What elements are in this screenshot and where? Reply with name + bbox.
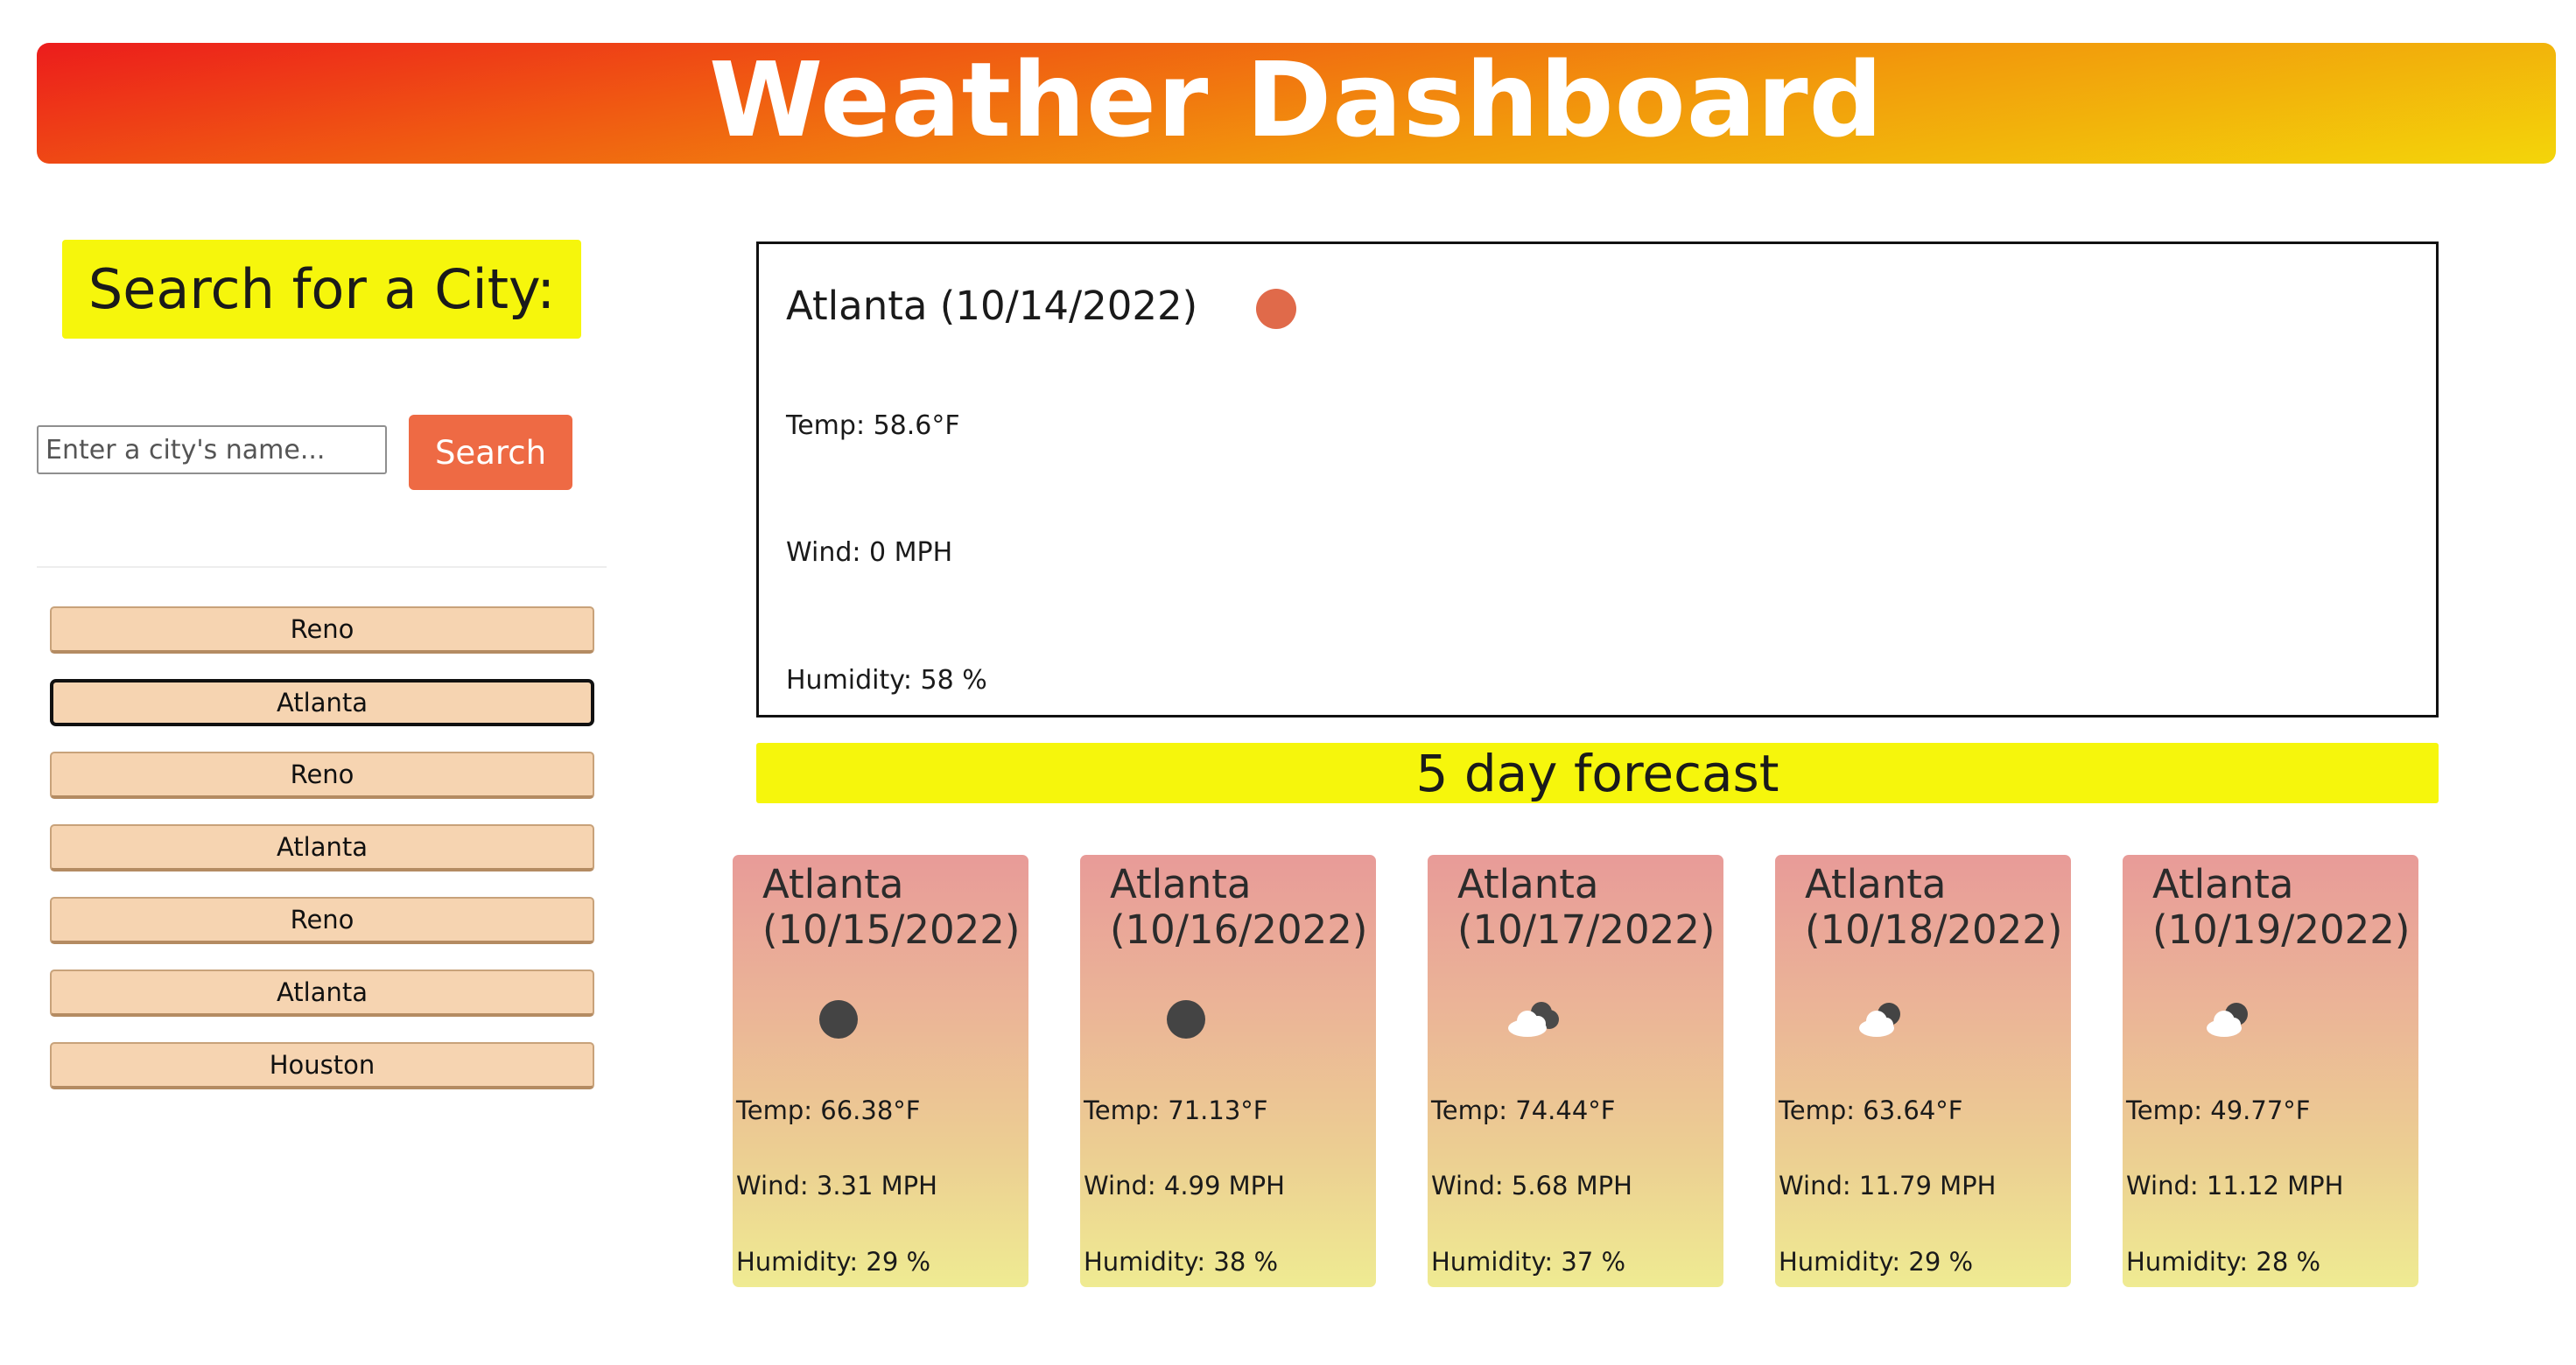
forecast-card: Atlanta (10/16/2022) Temp: 71.13°F Wind:…	[1080, 855, 1376, 1287]
sidebar-divider	[37, 566, 607, 568]
search-history-list: Reno Atlanta Reno Atlanta Reno Atlanta H…	[50, 606, 594, 1115]
forecast-city: Atlanta	[1457, 861, 1599, 907]
forecast-wind: Wind: 11.12 MPH	[2126, 1171, 2344, 1200]
page-title: Weather Dashboard	[709, 39, 1884, 160]
current-weather-card: Atlanta (10/14/2022) Temp: 58.6°F Wind: …	[756, 242, 2439, 718]
history-city-button[interactable]: Atlanta	[50, 970, 594, 1017]
forecast-temp: Temp: 49.77°F	[2126, 1096, 2311, 1125]
forecast-city: Atlanta	[1805, 861, 1947, 907]
forecast-card: Atlanta (10/15/2022) Temp: 66.38°F Wind:…	[733, 855, 1028, 1287]
forecast-heading: 5 day forecast	[756, 743, 2439, 803]
partly-cloudy-night-icon	[2207, 1003, 2248, 1037]
forecast-humidity: Humidity: 28 %	[2126, 1247, 2321, 1277]
sun-icon	[1256, 289, 1296, 329]
forecast-wind: Wind: 3.31 MPH	[736, 1171, 937, 1200]
history-city-button[interactable]: Atlanta	[50, 824, 594, 872]
current-city-date: Atlanta (10/14/2022)	[786, 283, 1198, 329]
forecast-date: (10/15/2022)	[762, 906, 1021, 953]
forecast-temp: Temp: 66.38°F	[736, 1096, 921, 1125]
history-city-button[interactable]: Houston	[50, 1042, 594, 1089]
forecast-humidity: Humidity: 29 %	[736, 1247, 931, 1277]
history-city-button[interactable]: Reno	[50, 897, 594, 944]
history-city-button-active[interactable]: Atlanta	[50, 679, 594, 726]
forecast-humidity: Humidity: 37 %	[1431, 1247, 1626, 1277]
search-heading: Search for a City:	[62, 240, 581, 339]
forecast-date: (10/17/2022)	[1457, 906, 1716, 953]
forecast-wind: Wind: 5.68 MPH	[1431, 1171, 1632, 1200]
city-search-input[interactable]	[37, 425, 387, 474]
forecast-city: Atlanta	[1110, 861, 1252, 907]
current-wind: Wind: 0 MPH	[786, 537, 953, 568]
forecast-card: Atlanta (10/19/2022) Temp: 49.77°F Wind:…	[2123, 855, 2418, 1287]
forecast-humidity: Humidity: 29 %	[1779, 1247, 1974, 1277]
forecast-temp: Temp: 63.64°F	[1779, 1096, 1963, 1125]
broken-clouds-icon	[1508, 1002, 1559, 1037]
forecast-card: Atlanta (10/18/2022) Temp: 63.64°F Wind:…	[1775, 855, 2071, 1287]
forecast-temp: Temp: 71.13°F	[1084, 1096, 1268, 1125]
forecast-wind: Wind: 11.79 MPH	[1779, 1171, 1997, 1200]
history-city-button[interactable]: Reno	[50, 606, 594, 654]
partly-cloudy-night-icon	[1859, 1003, 1900, 1037]
current-humidity: Humidity: 58 %	[786, 665, 987, 696]
search-button[interactable]: Search	[409, 415, 572, 490]
forecast-date: (10/16/2022)	[1110, 906, 1368, 953]
history-city-button[interactable]: Reno	[50, 752, 594, 799]
weather-dashboard-page: Weather Dashboard Search for a City: Sea…	[0, 0, 2576, 1365]
header-banner: Weather Dashboard	[37, 43, 2556, 164]
clear-night-icon	[1167, 1000, 1205, 1039]
forecast-humidity: Humidity: 38 %	[1084, 1247, 1279, 1277]
forecast-card: Atlanta (10/17/2022) Temp: 74.44°F Wind:…	[1428, 855, 1723, 1287]
forecast-date: (10/19/2022)	[2152, 906, 2411, 953]
forecast-wind: Wind: 4.99 MPH	[1084, 1171, 1285, 1200]
clear-night-icon	[819, 1000, 858, 1039]
current-temp: Temp: 58.6°F	[786, 410, 960, 441]
forecast-temp: Temp: 74.44°F	[1431, 1096, 1616, 1125]
forecast-city: Atlanta	[2152, 861, 2294, 907]
forecast-date: (10/18/2022)	[1805, 906, 2063, 953]
forecast-city: Atlanta	[762, 861, 904, 907]
